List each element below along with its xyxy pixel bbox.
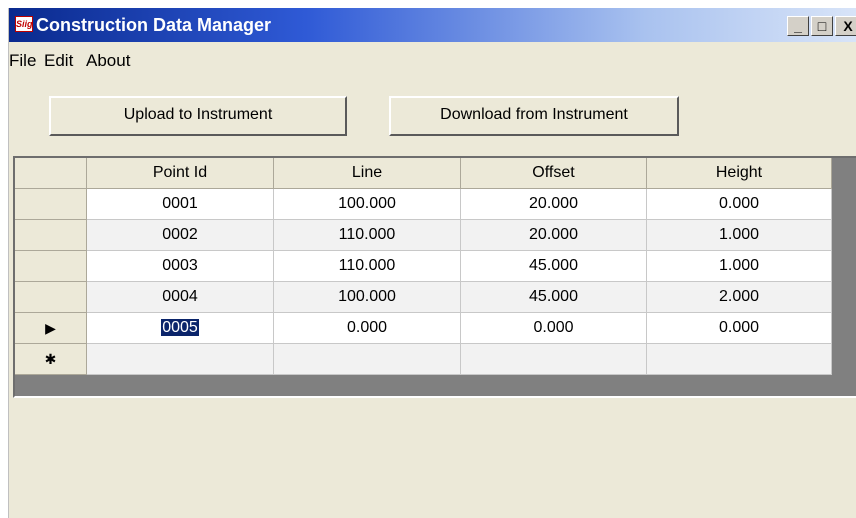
cell-point-id[interactable]: 0002 — [87, 220, 274, 251]
app-window: Siig Construction Data Manager _ □ X Fil… — [8, 8, 856, 518]
row-header[interactable] — [15, 189, 87, 220]
selected-cell-text[interactable]: 0005 — [161, 319, 199, 336]
cell-height[interactable]: 1.000 — [647, 251, 832, 282]
cell-offset[interactable]: 0.000 — [461, 313, 647, 344]
cell-height[interactable]: 0.000 — [647, 313, 832, 344]
cell-height[interactable]: 1.000 — [647, 220, 832, 251]
cell-offset[interactable] — [461, 344, 647, 375]
window-title: Construction Data Manager — [36, 15, 272, 35]
menu-file[interactable]: File — [9, 50, 36, 72]
download-from-instrument-button[interactable]: Download from Instrument — [389, 96, 679, 136]
cell-point-id[interactable] — [87, 344, 274, 375]
menu-about[interactable]: About — [86, 50, 130, 72]
cell-height[interactable] — [647, 344, 832, 375]
current-row-arrow-icon[interactable]: ▶ — [15, 313, 87, 344]
cell-line[interactable]: 100.000 — [274, 282, 461, 313]
row-header[interactable] — [15, 282, 87, 313]
new-row-asterisk-icon[interactable]: ✱ — [15, 344, 87, 375]
menu-edit[interactable]: Edit — [44, 50, 73, 72]
cell-line[interactable]: 110.000 — [274, 220, 461, 251]
column-header-height[interactable]: Height — [647, 158, 832, 189]
cell-height[interactable]: 0.000 — [647, 189, 832, 220]
cell-point-id[interactable]: 0003 — [87, 251, 274, 282]
maximize-button[interactable]: □ — [811, 16, 833, 36]
data-grid[interactable]: Point Id Line Offset Height 0001 100.000… — [13, 156, 856, 398]
cell-offset[interactable]: 45.000 — [461, 251, 647, 282]
column-header-offset[interactable]: Offset — [461, 158, 647, 189]
minimize-button[interactable]: _ — [787, 16, 809, 36]
title-bar[interactable]: Siig Construction Data Manager _ □ X — [9, 8, 856, 42]
upload-to-instrument-button[interactable]: Upload to Instrument — [49, 96, 347, 136]
column-header-line[interactable]: Line — [274, 158, 461, 189]
column-header-point-id[interactable]: Point Id — [87, 158, 274, 189]
cell-offset[interactable]: 45.000 — [461, 282, 647, 313]
cell-line[interactable]: 110.000 — [274, 251, 461, 282]
cell-line[interactable]: 100.000 — [274, 189, 461, 220]
app-logo-icon: Siig — [15, 16, 33, 32]
cell-point-id[interactable]: 0004 — [87, 282, 274, 313]
row-header[interactable] — [15, 220, 87, 251]
grid-corner-cell[interactable] — [15, 158, 87, 189]
cell-height[interactable]: 2.000 — [647, 282, 832, 313]
cell-line[interactable] — [274, 344, 461, 375]
cell-offset[interactable]: 20.000 — [461, 220, 647, 251]
cell-point-id[interactable]: 0001 — [87, 189, 274, 220]
close-button[interactable]: X — [835, 16, 856, 36]
cell-point-id[interactable]: 0005 — [87, 313, 274, 344]
cell-line[interactable]: 0.000 — [274, 313, 461, 344]
cell-offset[interactable]: 20.000 — [461, 189, 647, 220]
row-header[interactable] — [15, 251, 87, 282]
